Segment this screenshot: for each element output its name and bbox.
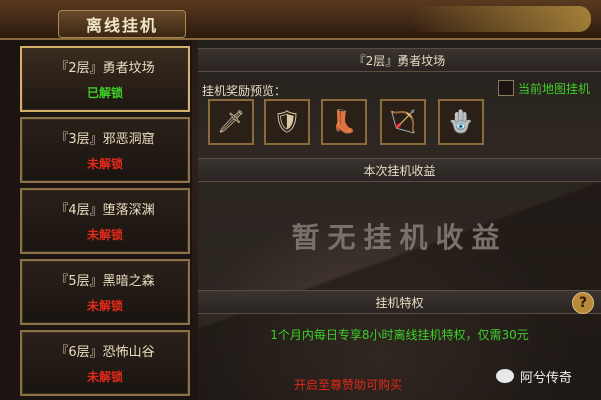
bow-icon[interactable]: 🏹 (380, 99, 426, 145)
watermark-text: 阿兮传奇 (520, 370, 573, 386)
income-header: 本次挂机收益 (198, 158, 601, 182)
privilege-header: 挂机特权 (198, 290, 601, 314)
floor-card-2[interactable]: 『2层』勇者坟场 已解锁 (20, 46, 190, 112)
floor-name: 『3层』邪恶洞窟 (55, 132, 155, 147)
help-icon[interactable]: ? (572, 292, 594, 314)
floor-card-6[interactable]: 『6层』恐怖山谷 未解锁 (20, 330, 190, 396)
floor-name: 『6层』恐怖山谷 (55, 345, 155, 360)
floor-status: 未解锁 (86, 157, 123, 171)
wechat-icon (496, 369, 514, 383)
sword-icon[interactable]: 🗡 (208, 99, 254, 145)
watermark: 阿兮传奇 (496, 364, 596, 388)
floor-list: 『2层』勇者坟场 已解锁 『3层』邪恶洞窟 未解锁 『4层』堕落深渊 未解锁 『… (14, 40, 192, 400)
floor-detail-panel: 『2层』勇者坟场 挂机奖励预览： 当前地图挂机 🗡 🛡 👢 🏹 🪬 本次挂机收益… (198, 40, 601, 400)
detail-header: 『2层』勇者坟场 (198, 48, 601, 72)
floor-card-4[interactable]: 『4层』堕落深渊 未解锁 (20, 188, 190, 254)
armor-icon[interactable]: 🛡 (264, 99, 310, 145)
floor-card-3[interactable]: 『3层』邪恶洞窟 未解锁 (20, 117, 190, 183)
activate-sponsor-link[interactable]: 开启至尊赞助可购买 (198, 376, 498, 393)
floor-status: 未解锁 (86, 370, 123, 384)
floor-name: 『4层』堕落深渊 (55, 203, 155, 218)
privilege-description: 1个月内每日专享8小时离线挂机特权，仅需30元 (270, 328, 529, 342)
reward-preview-label: 挂机奖励预览： (202, 84, 287, 98)
floor-status: 未解锁 (86, 299, 123, 313)
floor-name: 『2层』勇者坟场 (55, 61, 155, 76)
current-map-checkbox-label[interactable]: 当前地图挂机 (518, 80, 590, 97)
shield-icon[interactable]: 🪬 (438, 99, 484, 145)
floor-status: 已解锁 (86, 86, 123, 100)
dragon-ornament-icon (411, 6, 591, 32)
window-title: 离线挂机 (58, 10, 186, 38)
current-map-checkbox[interactable] (498, 80, 514, 96)
floor-status: 未解锁 (86, 228, 123, 242)
empty-income-text: 暂无挂机收益 (291, 221, 508, 254)
boots-icon[interactable]: 👢 (321, 99, 367, 145)
floor-card-5[interactable]: 『5层』黑暗之森 未解锁 (20, 259, 190, 325)
floor-name: 『5层』黑暗之森 (55, 274, 155, 289)
game-window: 离线挂机 『2层』勇者坟场 已解锁 『3层』邪恶洞窟 未解锁 『4层』堕落深渊 … (0, 0, 601, 400)
